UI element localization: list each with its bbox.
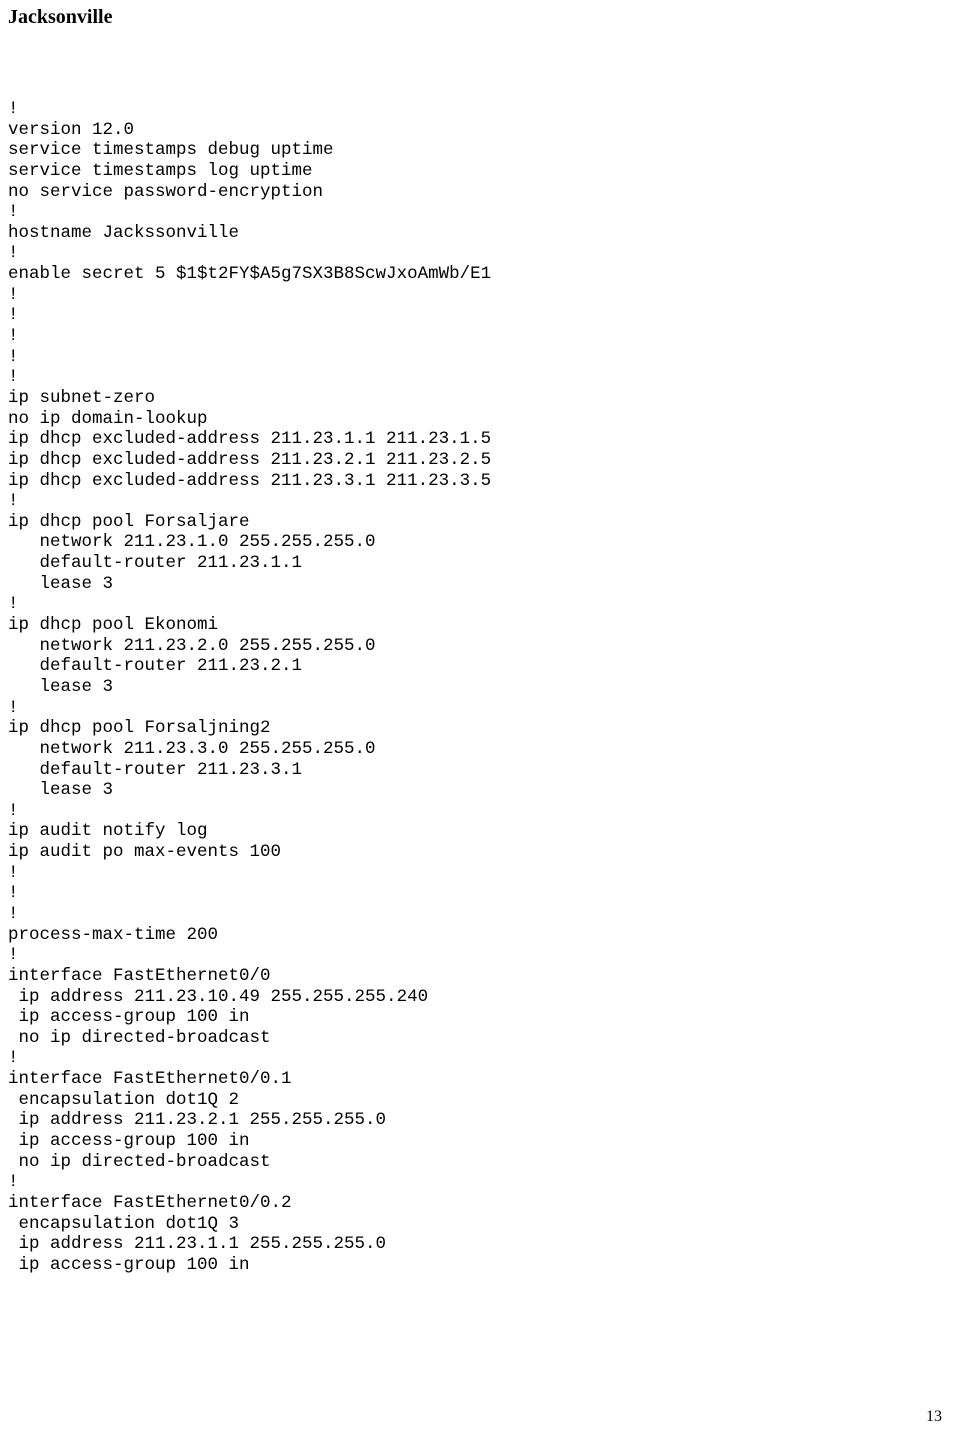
page-title: Jacksonville [8,6,952,29]
page: Jacksonville ! version 12.0 service time… [0,0,960,1434]
page-number: 13 [926,1408,942,1426]
config-block: ! version 12.0 service timestamps debug … [8,99,952,1276]
